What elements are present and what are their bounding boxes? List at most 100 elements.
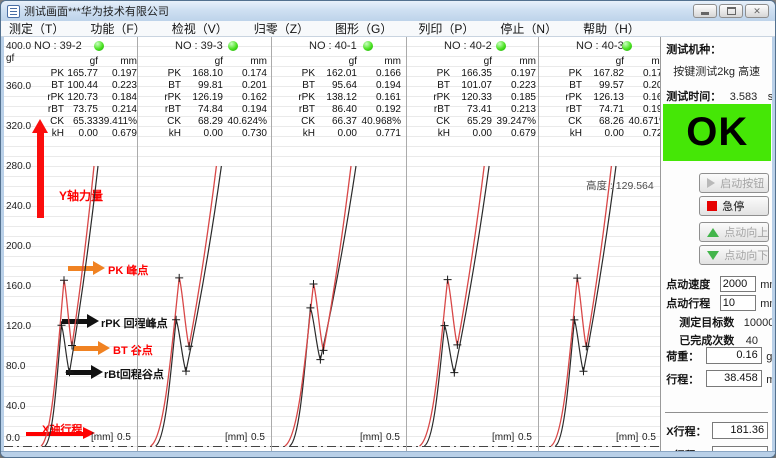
col-header-mm: mm — [651, 56, 660, 68]
row-label: kH — [303, 128, 315, 140]
col-header-gf: gf — [616, 56, 624, 68]
emergency-stop-button[interactable]: 急停 — [699, 196, 769, 216]
mm-value: 0.213 — [511, 104, 536, 116]
target-count-row: 测定目标数 100000 — [679, 313, 772, 331]
maximize-button[interactable] — [719, 4, 743, 18]
menu-item-5[interactable]: 列印（P） — [418, 20, 474, 37]
y-stroke-field[interactable] — [712, 446, 768, 451]
status-ok-dot — [496, 41, 506, 51]
gf-value: 126.13 — [593, 92, 624, 104]
x-stroke-field[interactable]: 181.36 — [712, 422, 768, 439]
jog-stroke-label: 点动行程 — [666, 298, 710, 310]
mm-value: 0.197 — [112, 68, 137, 80]
mm-value: 0.679 — [511, 128, 536, 140]
gf-value: 68.26 — [599, 116, 624, 128]
row-label: CK — [301, 116, 315, 128]
done-count-value: 40 — [746, 335, 758, 347]
minimize-icon — [701, 12, 709, 15]
mm-value: 0.223 — [112, 80, 137, 92]
mm-value: 0.162 — [242, 92, 267, 104]
x-axis-max-tick: 0.5 — [251, 432, 265, 443]
menu-item-0[interactable]: 测定（T） — [9, 20, 64, 37]
sidebar-divider — [665, 412, 768, 413]
gf-value: 138.12 — [326, 92, 357, 104]
row-label: BT — [168, 80, 181, 92]
button-label: 点动向上 — [724, 224, 768, 240]
title-bar[interactable]: 测试画面***华为技术有限公司 ✕ — [1, 1, 775, 21]
gf-value: 99.81 — [198, 80, 223, 92]
mm-value: 40.671% — [629, 116, 661, 128]
x-axis-max-tick: 0.5 — [386, 432, 400, 443]
menu-item-1[interactable]: 功能（F） — [90, 20, 145, 37]
status-ok-dot — [228, 41, 238, 51]
stroke-field[interactable]: 38.458 — [706, 370, 762, 387]
gf-value: 120.73 — [67, 92, 98, 104]
menu-item-6[interactable]: 停止（N） — [500, 20, 557, 37]
done-count-label: 已完成次数 — [679, 335, 734, 347]
status-ok-dot — [94, 41, 104, 51]
mm-value: 0.166 — [376, 68, 401, 80]
gf-value: 65.29 — [467, 116, 492, 128]
x-stroke-row: X行程： 181.36 mm — [666, 422, 772, 440]
menu-item-2[interactable]: 检视（V） — [172, 20, 228, 37]
row-label: PK — [569, 68, 582, 80]
gf-value: 74.84 — [198, 104, 223, 116]
gf-value: 66.37 — [332, 116, 357, 128]
chart-panel-NO39-2: NO : 39-2gfmmPK165.770.197BT100.440.223r… — [4, 37, 137, 451]
mm-value: 40.968% — [362, 116, 401, 128]
menu-item-3[interactable]: 归零（Z） — [254, 20, 309, 37]
target-count-label: 测定目标数 — [679, 317, 734, 329]
x-axis-unit: [mm] — [225, 432, 247, 443]
panel-number-label: NO : 40-3 — [576, 40, 624, 52]
gf-value: 100.44 — [67, 80, 98, 92]
gf-value: 0.00 — [79, 128, 98, 140]
y-stroke-row-partial: Y行程： — [666, 446, 772, 451]
col-header-gf: gf — [215, 56, 223, 68]
mm-value: 0.771 — [376, 128, 401, 140]
col-header-mm: mm — [519, 56, 536, 68]
mm-value: 0.192 — [376, 104, 401, 116]
y-stroke-label: Y行程： — [666, 450, 706, 451]
mm-value: 0.729 — [643, 128, 660, 140]
arrow-down-icon — [707, 251, 719, 260]
row-label: CK — [167, 116, 181, 128]
window-title: 测试画面***华为技术有限公司 — [24, 3, 169, 19]
jog-stroke-input[interactable]: 10 — [720, 295, 756, 311]
x-axis-unit: [mm] — [492, 432, 514, 443]
minimize-button[interactable] — [693, 4, 717, 18]
row-label: PK — [437, 68, 450, 80]
gf-value: 126.19 — [192, 92, 223, 104]
gf-value: 65.33 — [73, 116, 98, 128]
menu-item-7[interactable]: 帮助（H） — [583, 20, 640, 37]
test-time-row: 测试时间： 3.583 s — [666, 87, 772, 105]
play-icon — [707, 178, 715, 188]
row-label: BT — [437, 80, 450, 92]
gf-value: 0.00 — [338, 128, 357, 140]
gf-value: 95.64 — [332, 80, 357, 92]
mm-value: 0.194 — [376, 80, 401, 92]
mm-value: 0.214 — [112, 104, 137, 116]
jog-speed-row: 点动速度 2000 mm/min — [666, 275, 772, 293]
gf-value: 167.82 — [593, 68, 624, 80]
x-axis-max-tick: 0.5 — [518, 432, 532, 443]
x-axis-max-tick: 0.5 — [642, 432, 656, 443]
load-field[interactable]: 0.16 — [706, 347, 762, 364]
start-button[interactable]: 启动按钮 — [699, 173, 769, 193]
window-bottom-frame — [1, 451, 775, 458]
panel-number-label: NO : 40-1 — [309, 40, 357, 52]
mm-value: 40.624% — [228, 116, 267, 128]
jog-speed-input[interactable]: 2000 — [720, 276, 756, 292]
col-header-gf: gf — [90, 56, 98, 68]
close-button[interactable]: ✕ — [745, 4, 769, 18]
measurement-table: gfmmPK162.010.166BT95.640.194rPK138.120.… — [277, 56, 401, 140]
row-label: rPK — [433, 92, 450, 104]
mm-value: 0.161 — [376, 92, 401, 104]
row-label: rBT — [299, 104, 315, 116]
arrow-up-icon — [707, 228, 719, 237]
jog-up-button[interactable]: 点动向上 — [699, 222, 769, 242]
gf-value: 0.00 — [473, 128, 492, 140]
col-header-gf: gf — [349, 56, 357, 68]
menu-item-4[interactable]: 图形（G） — [335, 20, 392, 37]
jog-stroke-row: 点动行程 10 mm — [666, 294, 772, 312]
jog-down-button[interactable]: 点动向下 — [699, 245, 769, 265]
